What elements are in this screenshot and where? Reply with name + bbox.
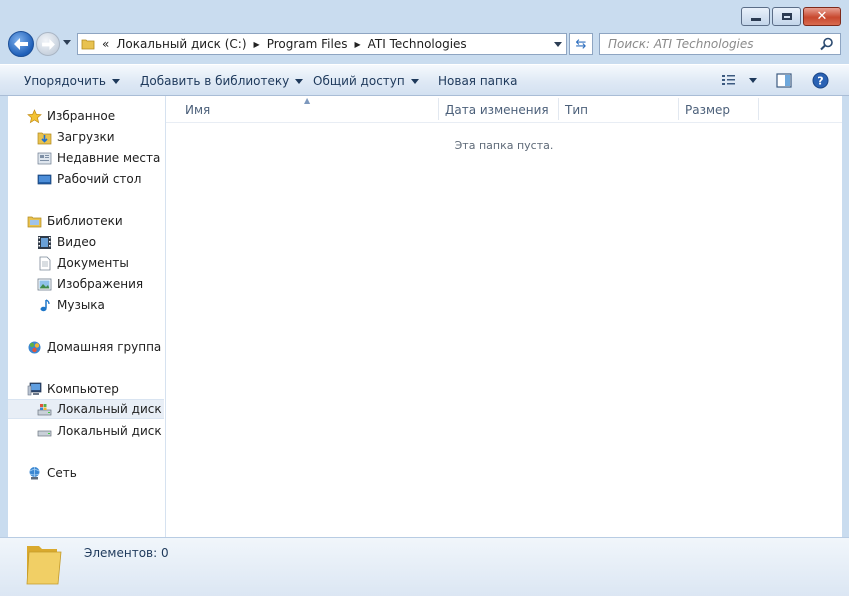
refresh-button[interactable]: ⇆ [569,33,593,55]
libraries-icon [26,213,42,229]
search-input[interactable] [606,34,820,54]
column-divider[interactable] [758,98,759,120]
window-controls: ✕ [741,7,841,26]
command-bar: Упорядочить Добавить в библиотеку Общий … [0,64,849,96]
homegroup-icon [26,339,42,355]
maximize-button[interactable] [772,7,801,26]
maximize-icon [781,13,792,20]
star-icon [26,108,42,124]
chevron-down-icon [410,78,419,84]
computer-icon [26,381,42,397]
sidebar-item-music[interactable]: Музыка [36,295,105,315]
sidebar-item-pictures[interactable]: Изображения [36,274,143,294]
help-button[interactable]: ? [812,72,829,89]
video-icon [36,234,52,250]
sidebar-item-local-disk-d[interactable]: Локальный диск (D:) [36,421,165,441]
network-icon [26,465,42,481]
content-area: Избранное Загрузки Недавние места Рабочи… [7,96,842,537]
sort-ascending-icon: ▲ [304,96,311,105]
sidebar-item-downloads[interactable]: Загрузки [36,127,115,147]
desktop-icon [36,171,52,187]
preview-pane-icon [776,73,792,88]
close-icon: ✕ [816,9,828,24]
recent-places-icon [36,150,52,166]
sidebar-group-favorites[interactable]: Избранное [26,106,115,126]
new-folder-button[interactable]: Новая папка [438,74,517,88]
music-icon [36,297,52,313]
sidebar-item-video[interactable]: Видео [36,232,96,252]
chevron-down-icon [111,78,120,84]
drive-c-icon [36,401,52,417]
file-list: ▲ Имя Дата изменения Тип Размер Эта папк… [166,96,842,537]
minimize-icon [750,18,761,21]
forward-arrow-icon [41,38,55,50]
address-bar[interactable]: « Локальный диск (C:) ▶ Program Files ▶ … [77,33,567,55]
column-header-size[interactable]: Размер [685,103,730,117]
column-divider[interactable] [438,98,439,120]
refresh-icon: ⇆ [575,36,587,52]
items-count: Элементов: 0 [84,546,169,560]
back-arrow-icon [14,38,28,50]
recent-pages-dropdown[interactable] [63,40,71,45]
chevron-down-icon [295,78,304,84]
close-button[interactable]: ✕ [803,7,841,26]
breadcrumb-item-program-files[interactable]: Program Files [263,37,352,51]
back-button[interactable] [8,31,34,57]
sidebar-group-homegroup[interactable]: Домашняя группа [26,337,161,357]
drive-d-icon [36,423,52,439]
column-divider[interactable] [558,98,559,120]
breadcrumb-item-ati-technologies[interactable]: ATI Technologies [364,37,471,51]
documents-icon [36,255,52,271]
view-options-button[interactable] [721,73,757,87]
view-list-icon [722,75,735,85]
sidebar-item-desktop[interactable]: Рабочий стол [36,169,141,189]
sidebar-item-local-disk-c[interactable]: Локальный диск (C:) [8,399,165,419]
breadcrumb-item-disk-c[interactable]: Локальный диск (C:) [112,37,250,51]
address-folder-icon [78,37,99,51]
preview-pane-button[interactable] [776,73,792,88]
add-to-library-button[interactable]: Добавить в библиотеку [140,74,304,88]
explorer-window: ✕ « Локальный диск (C:) ▶ Program Files … [0,0,849,596]
sidebar-group-network[interactable]: Сеть [26,463,77,483]
empty-folder-message: Эта папка пуста. [454,139,554,152]
search-box[interactable] [599,33,841,55]
folder-icon [26,546,62,585]
chevron-down-icon [749,77,757,83]
column-headers: ▲ Имя Дата изменения Тип Размер [166,96,842,123]
address-dropdown-icon[interactable] [554,42,562,47]
sidebar-item-recent-places[interactable]: Недавние места [36,148,160,168]
svg-text:?: ? [817,75,823,88]
forward-button[interactable] [36,32,60,56]
downloads-icon [36,129,52,145]
breadcrumb-chevron-icon[interactable]: ▶ [251,40,263,49]
column-header-date-modified[interactable]: Дата изменения [445,103,549,117]
navigation-bar: « Локальный диск (C:) ▶ Program Files ▶ … [0,31,849,57]
search-icon[interactable] [820,37,834,51]
share-button[interactable]: Общий доступ [313,74,419,88]
help-icon: ? [812,72,829,89]
organize-button[interactable]: Упорядочить [24,74,120,88]
details-pane: Элементов: 0 [0,537,849,596]
column-header-type[interactable]: Тип [565,103,588,117]
sidebar-group-computer[interactable]: Компьютер [26,379,119,399]
pictures-icon [36,276,52,292]
breadcrumb-chevron-icon[interactable]: ▶ [351,40,363,49]
minimize-button[interactable] [741,7,770,26]
navigation-pane: Избранное Загрузки Недавние места Рабочи… [8,96,166,537]
sidebar-group-libraries[interactable]: Библиотеки [26,211,123,231]
sidebar-item-documents[interactable]: Документы [36,253,129,273]
breadcrumb-overflow[interactable]: « [99,37,112,51]
column-divider[interactable] [678,98,679,120]
column-header-name[interactable]: Имя [185,103,210,117]
